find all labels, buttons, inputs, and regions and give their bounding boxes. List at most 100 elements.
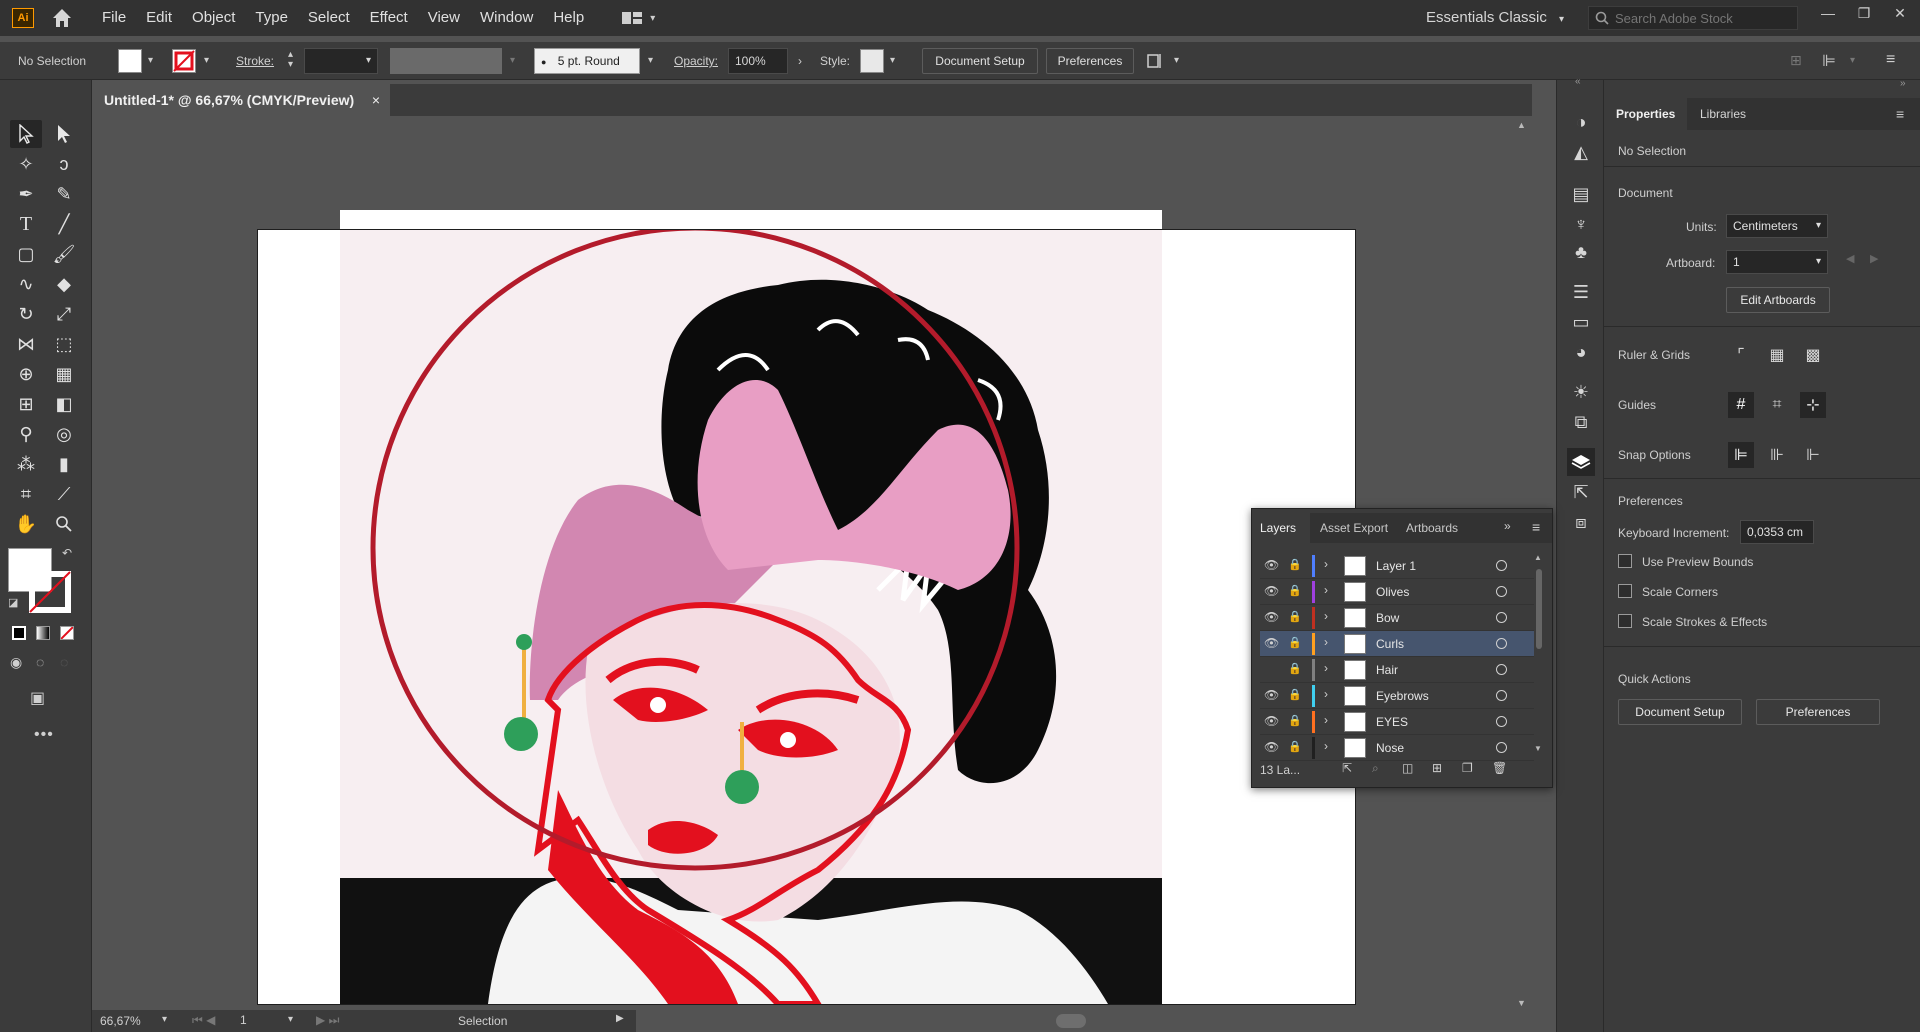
- perspective-grid-tool[interactable]: ▦: [48, 360, 80, 388]
- target-icon[interactable]: [1496, 560, 1507, 571]
- swatches-icon[interactable]: ▤: [1567, 180, 1595, 208]
- lock-icon[interactable]: 🔒: [1288, 610, 1302, 626]
- menu-select[interactable]: Select: [298, 0, 360, 36]
- snap-to-pixel-icon[interactable]: ⊩: [1800, 442, 1826, 468]
- menu-edit[interactable]: Edit: [136, 0, 182, 36]
- keyboard-increment-field[interactable]: 0,0353 cm: [1740, 520, 1814, 544]
- trash-icon[interactable]: 🗑: [1492, 761, 1507, 775]
- layer-name[interactable]: Eyebrows: [1376, 689, 1429, 703]
- width-tool[interactable]: ⋈: [10, 330, 42, 358]
- transparency-grid-icon[interactable]: ▩: [1800, 342, 1826, 368]
- snap-to-point-icon[interactable]: ⊫: [1728, 442, 1754, 468]
- line-tool[interactable]: ╱: [48, 210, 80, 238]
- menu-view[interactable]: View: [418, 0, 470, 36]
- expand-arrow-icon[interactable]: ›: [1324, 557, 1328, 571]
- layer-name[interactable]: Curls: [1376, 637, 1404, 651]
- lock-guides-icon[interactable]: ⌗: [1764, 392, 1790, 418]
- menu-type[interactable]: Type: [245, 0, 298, 36]
- stroke-label[interactable]: Stroke:: [236, 54, 274, 68]
- magic-wand-tool[interactable]: ✧: [10, 150, 42, 178]
- restore-button[interactable]: ❐: [1850, 0, 1878, 28]
- new-sublayer-icon[interactable]: ⊞: [1432, 761, 1442, 775]
- close-tab-icon[interactable]: ×: [372, 84, 380, 116]
- quick-preferences-button[interactable]: Preferences: [1756, 699, 1880, 725]
- menu-window[interactable]: Window: [470, 0, 543, 36]
- variable-width-profile[interactable]: [390, 48, 502, 74]
- workspace-switcher[interactable]: Essentials Classic ▾: [1426, 0, 1564, 38]
- gradient-mode-icon[interactable]: [36, 626, 50, 640]
- chevron-down-icon[interactable]: ▾: [148, 55, 153, 66]
- layers-scrollbar[interactable]: ▲ ▼: [1534, 553, 1544, 753]
- artboard-select[interactable]: 1 ▾: [1726, 250, 1828, 274]
- export-icon[interactable]: ⇱: [1342, 761, 1352, 775]
- expand-arrow-icon[interactable]: ›: [1324, 583, 1328, 597]
- scale-strokes-effects-checkbox[interactable]: [1618, 614, 1632, 628]
- use-preview-bounds-checkbox[interactable]: [1618, 554, 1632, 568]
- visibility-eye-icon[interactable]: [1264, 662, 1280, 678]
- visibility-eye-icon[interactable]: 👁: [1264, 714, 1280, 730]
- target-icon[interactable]: [1496, 586, 1507, 597]
- visibility-eye-icon[interactable]: 👁: [1264, 740, 1280, 756]
- tab-libraries[interactable]: Libraries: [1688, 98, 1758, 130]
- stroke-panel-icon[interactable]: ☰: [1567, 278, 1595, 306]
- artboard-tool[interactable]: ⌗: [10, 480, 42, 508]
- prev-artboard-icon[interactable]: ◀: [1846, 252, 1854, 265]
- new-layer-icon[interactable]: ❐: [1462, 761, 1473, 775]
- fill-swatch[interactable]: [118, 49, 142, 73]
- layer-name[interactable]: Bow: [1376, 611, 1399, 625]
- opacity-label[interactable]: Opacity:: [674, 54, 718, 68]
- rulers-icon[interactable]: ⌜: [1728, 342, 1754, 368]
- layer-name[interactable]: Hair: [1376, 663, 1398, 677]
- more-tools-icon[interactable]: •••: [34, 726, 54, 744]
- collapse-panel-icon[interactable]: »: [1900, 78, 1906, 89]
- layer-row[interactable]: 👁 🔒 › Olives: [1260, 579, 1534, 605]
- color-guide-icon[interactable]: ◭: [1567, 138, 1595, 166]
- curvature-tool[interactable]: ✎: [48, 180, 80, 208]
- document-setup-button[interactable]: Document Setup: [922, 48, 1038, 74]
- artboards-panel-icon[interactable]: ⧈: [1567, 508, 1595, 536]
- gradient-panel-icon[interactable]: ▭: [1567, 308, 1595, 336]
- expand-arrow-icon[interactable]: ›: [1324, 609, 1328, 623]
- brushes-icon[interactable]: ♆: [1567, 210, 1595, 238]
- target-icon[interactable]: [1496, 716, 1507, 727]
- brush-definition-field[interactable]: ● 5 pt. Round: [534, 48, 640, 74]
- layer-name[interactable]: Nose: [1376, 741, 1404, 755]
- graphic-style-swatch[interactable]: [860, 49, 884, 73]
- align-options-icon[interactable]: [1146, 52, 1168, 70]
- scale-tool[interactable]: ⤢: [48, 300, 80, 328]
- preferences-button[interactable]: Preferences: [1046, 48, 1134, 74]
- layer-name[interactable]: Olives: [1376, 585, 1409, 599]
- shape-builder-tool[interactable]: ⊕: [10, 360, 42, 388]
- layer-row[interactable]: 👁 🔒 › Bow: [1260, 605, 1534, 631]
- none-mode-icon[interactable]: [60, 626, 74, 640]
- mesh-tool[interactable]: ⊞: [10, 390, 42, 418]
- units-select[interactable]: Centimeters ▾: [1726, 214, 1828, 238]
- tab-properties[interactable]: Properties: [1604, 98, 1688, 130]
- edit-artboards-button[interactable]: Edit Artboards: [1726, 287, 1830, 313]
- chevron-down-icon[interactable]: ▾: [648, 55, 653, 66]
- opacity-field[interactable]: 100%: [728, 48, 788, 74]
- layer-row[interactable]: 👁 🔒 › Layer 1: [1260, 553, 1534, 579]
- screen-mode-icon[interactable]: ▣: [30, 688, 45, 708]
- blend-tool[interactable]: ◎: [48, 420, 80, 448]
- chevron-down-icon[interactable]: ▾: [1174, 55, 1179, 66]
- menu-help[interactable]: Help: [543, 0, 594, 36]
- hand-tool[interactable]: ✋: [10, 510, 42, 538]
- type-tool[interactable]: T: [10, 210, 42, 238]
- menu-object[interactable]: Object: [182, 0, 245, 36]
- chevron-down-icon[interactable]: ▾: [162, 1014, 167, 1025]
- layers-panel-icon[interactable]: [1567, 448, 1595, 476]
- rectangle-tool[interactable]: ▢: [10, 240, 42, 268]
- lasso-tool[interactable]: ↄ: [48, 150, 80, 178]
- scroll-up-icon[interactable]: ▲: [1534, 553, 1542, 562]
- locate-object-icon[interactable]: ⌕: [1372, 761, 1379, 776]
- symbol-sprayer-tool[interactable]: ⁂: [10, 450, 42, 478]
- gradient-tool[interactable]: ◧: [48, 390, 80, 418]
- zoom-tool[interactable]: [48, 510, 80, 538]
- tab-artboards[interactable]: Artboards: [1398, 513, 1466, 543]
- layer-name[interactable]: EYES: [1376, 715, 1408, 729]
- eraser-tool[interactable]: ◆: [48, 270, 80, 298]
- artwork[interactable]: [258, 230, 1355, 1004]
- stock-search-input[interactable]: [1615, 10, 1785, 26]
- menu-effect[interactable]: Effect: [360, 0, 418, 36]
